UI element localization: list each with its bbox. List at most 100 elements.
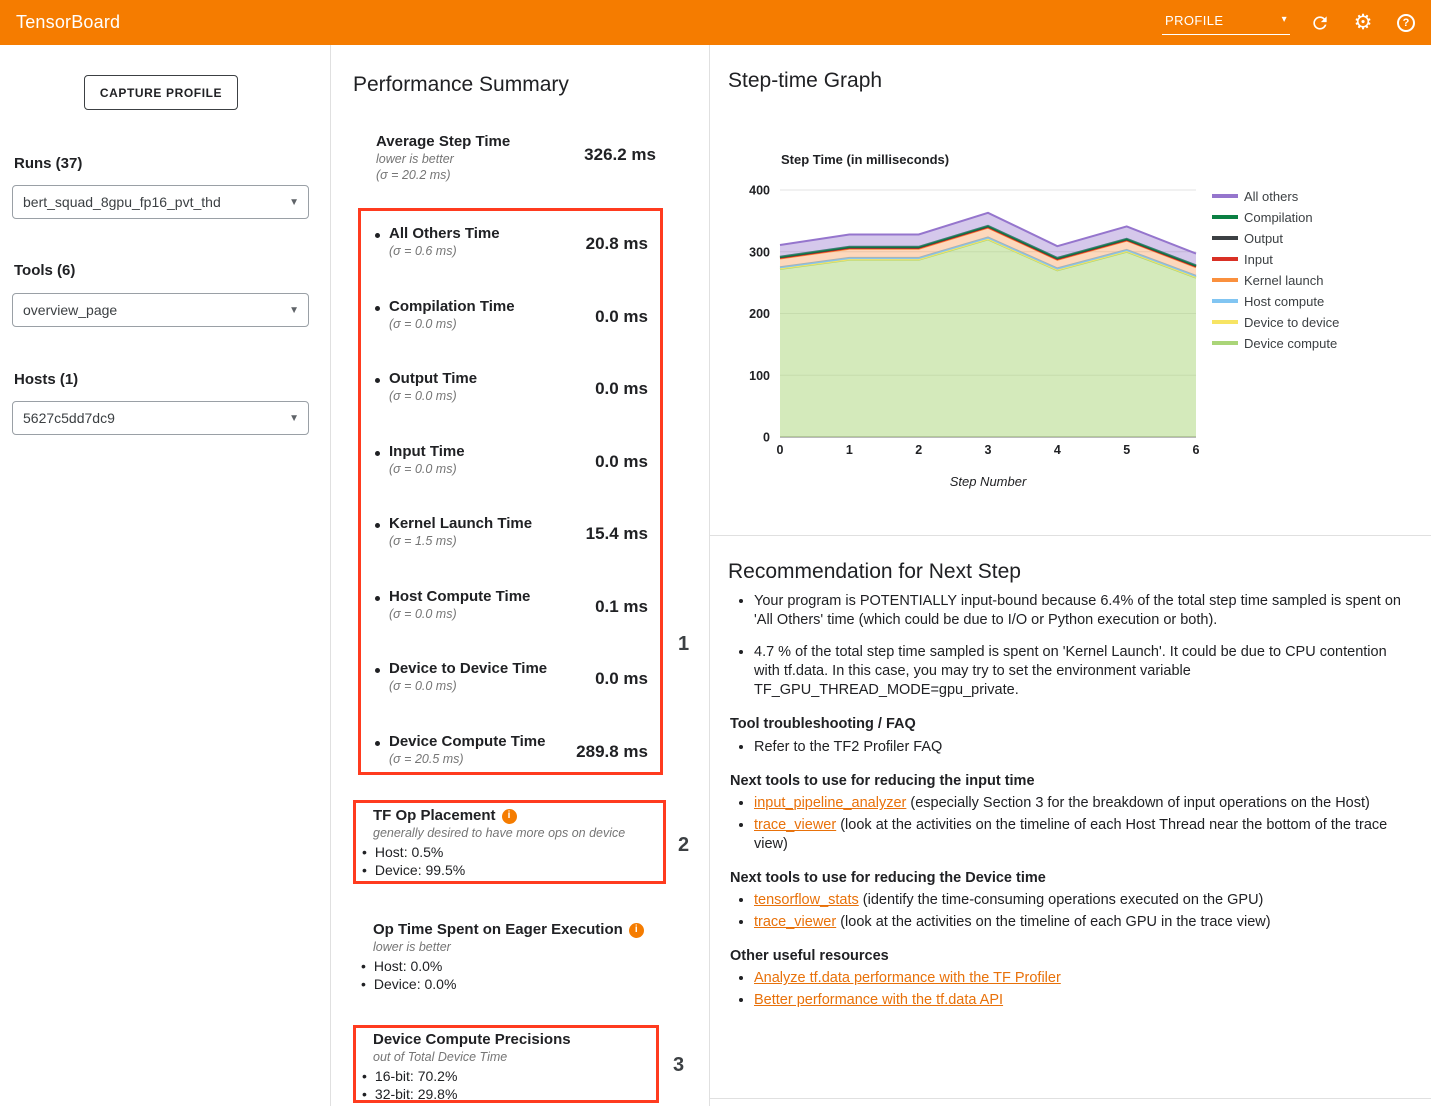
svg-text:300: 300	[749, 245, 770, 259]
settings-button[interactable]: ⚙	[1350, 10, 1376, 36]
average-step-time-label: Average Step Time	[376, 133, 510, 150]
svg-text:Kernel launch: Kernel launch	[1244, 273, 1324, 288]
svg-text:Output: Output	[1244, 231, 1283, 246]
faq-list: Refer to the TF2 Profiler FAQ	[730, 738, 1408, 757]
svg-text:Device to device: Device to device	[1244, 315, 1339, 330]
hosts-select[interactable]: 5627c5dd7dc9 ▼	[12, 401, 309, 435]
list-item: 32-bit: 29.8%	[362, 1085, 656, 1103]
summary-item-value: 0.0 ms	[595, 443, 648, 472]
annotation-number-3: 3	[673, 1054, 684, 1077]
info-icon[interactable]: i	[502, 809, 517, 824]
bullet-icon	[375, 306, 380, 311]
tool-link[interactable]: trace_viewer	[754, 914, 836, 930]
runs-select-value: bert_squad_8gpu_fp16_pvt_thd	[23, 194, 221, 210]
summary-item: Host Compute Time (σ = 0.0 ms) 0.1 ms	[375, 588, 648, 621]
summary-item: Compilation Time(σ = 0.0 ms)0.0 ms	[375, 298, 648, 331]
annotation-number-2: 2	[678, 834, 689, 857]
recommendation-panel: Recommendation for Next Step Your progra…	[710, 536, 1431, 1099]
help-icon: ?	[1397, 14, 1415, 32]
summary-item-value: 0.0 ms	[595, 370, 648, 399]
tool-link[interactable]: Better performance with the tf.data API	[754, 992, 1003, 1008]
chevron-down-icon: ▾	[1282, 15, 1287, 25]
eager-execution-list: Host: 0.0%Device: 0.0%	[359, 957, 671, 993]
summary-item-name: Input Time	[389, 443, 465, 460]
summary-item-sigma: (σ = 0.0 ms)	[389, 679, 547, 693]
device-compute-precisions-list: 16-bit: 70.2%32-bit: 29.8%	[356, 1067, 656, 1103]
tf-op-placement-list: Host: 0.5%Device: 99.5%	[356, 843, 663, 879]
summary-item-sigma: (σ = 0.0 ms)	[389, 317, 515, 331]
bullet-icon	[375, 451, 380, 456]
list-item: Device: 99.5%	[362, 861, 663, 879]
link-description: (look at the activities on the timeline …	[754, 817, 1387, 852]
summary-item-sigma: (σ = 0.0 ms)	[389, 607, 530, 621]
eager-execution-block: Op Time Spent on Eager Execution i lower…	[359, 921, 671, 993]
summary-item-value: 0.1 ms	[595, 588, 648, 617]
summary-item: Device to Device Time(σ = 0.0 ms)0.0 ms	[375, 660, 648, 693]
dashboard-select[interactable]: PROFILE ▾	[1162, 11, 1290, 35]
gear-icon: ⚙	[1354, 12, 1373, 33]
average-step-time-value: 326.2 ms	[584, 145, 656, 182]
tool-link[interactable]: Analyze tf.data performance with the TF …	[754, 970, 1061, 986]
runs-select[interactable]: bert_squad_8gpu_fp16_pvt_thd ▼	[12, 185, 309, 219]
svg-text:0: 0	[763, 431, 770, 445]
list-item: Analyze tf.data performance with the TF …	[754, 969, 1408, 988]
summary-item-name: Compilation Time	[389, 298, 515, 315]
tools-select[interactable]: overview_page ▼	[12, 293, 309, 327]
recommendation-title: Recommendation for Next Step	[728, 560, 1021, 584]
bullet-icon	[375, 233, 380, 238]
performance-summary-title: Performance Summary	[353, 73, 569, 97]
list-item: trace_viewer (look at the activities on …	[754, 913, 1408, 932]
capture-profile-button[interactable]: CAPTURE PROFILE	[84, 75, 238, 110]
svg-text:Host compute: Host compute	[1244, 294, 1324, 309]
svg-text:Device compute: Device compute	[1244, 336, 1337, 351]
list-item: 16-bit: 70.2%	[362, 1067, 656, 1085]
list-item: tensorflow_stats (identify the time-cons…	[754, 891, 1408, 910]
average-step-time-sigma: (σ = 20.2 ms)	[376, 168, 510, 182]
bullet-icon	[375, 741, 380, 746]
hosts-label: Hosts (1)	[14, 371, 78, 388]
summary-item: Kernel Launch Time(σ = 1.5 ms)15.4 ms	[375, 515, 648, 548]
topbar: TensorBoard PROFILE ▾ ⚙ ?	[0, 0, 1431, 45]
summary-item-sigma: (σ = 0.0 ms)	[389, 462, 465, 476]
chevron-down-icon: ▼	[289, 413, 299, 424]
help-button[interactable]: ?	[1393, 10, 1419, 36]
list-item: Better performance with the tf.data API	[754, 991, 1408, 1010]
svg-text:3: 3	[985, 443, 992, 457]
summary-item-sigma: (σ = 0.6 ms)	[389, 244, 500, 258]
tool-link[interactable]: tensorflow_stats	[754, 892, 859, 908]
summary-item-name: Host Compute Time	[389, 588, 530, 605]
svg-text:1: 1	[846, 443, 853, 457]
average-step-time-note: lower is better	[376, 152, 510, 166]
tools-label: Tools (6)	[14, 262, 75, 279]
runs-label: Runs (37)	[14, 155, 82, 172]
step-time-graph-panel: Step-time Graph 01002003004000123456Step…	[710, 45, 1431, 536]
svg-text:200: 200	[749, 307, 770, 321]
link-description: (look at the activities on the timeline …	[836, 914, 1270, 930]
tool-link[interactable]: trace_viewer	[754, 817, 836, 833]
hosts-select-value: 5627c5dd7dc9	[23, 410, 115, 426]
device-tools-heading: Next tools to use for reducing the Devic…	[730, 869, 1408, 888]
svg-text:Compilation: Compilation	[1244, 210, 1313, 225]
tf-op-placement-note: generally desired to have more ops on de…	[356, 826, 663, 841]
summary-item-value: 289.8 ms	[576, 733, 648, 762]
summary-item-sigma: (σ = 0.0 ms)	[389, 389, 477, 403]
annotation-box-1: All Others Time(σ = 0.6 ms)20.8 msCompil…	[358, 208, 663, 775]
bullet-icon	[375, 668, 380, 673]
bullet-icon	[375, 523, 380, 528]
list-item: trace_viewer (look at the activities on …	[754, 816, 1408, 855]
info-icon[interactable]: i	[629, 923, 644, 938]
tool-link[interactable]: input_pipeline_analyzer	[754, 795, 906, 811]
recommendation-bullet: Your program is POTENTIALLY input-bound …	[754, 592, 1408, 631]
svg-text:Step Number: Step Number	[950, 474, 1027, 489]
bullet-icon	[375, 378, 380, 383]
summary-item-name: Output Time	[389, 370, 477, 387]
step-time-graph-title: Step-time Graph	[728, 69, 882, 93]
tf-op-placement-title: TF Op Placement	[373, 807, 496, 825]
summary-item-value: 0.0 ms	[595, 660, 648, 689]
summary-item: Device Compute Time(σ = 20.5 ms)289.8 ms	[375, 733, 648, 766]
svg-text:All others: All others	[1244, 189, 1299, 204]
svg-text:Step Time (in milliseconds): Step Time (in milliseconds)	[781, 152, 949, 167]
reload-button[interactable]	[1307, 10, 1333, 36]
svg-text:6: 6	[1193, 443, 1200, 457]
chevron-down-icon: ▼	[289, 305, 299, 316]
